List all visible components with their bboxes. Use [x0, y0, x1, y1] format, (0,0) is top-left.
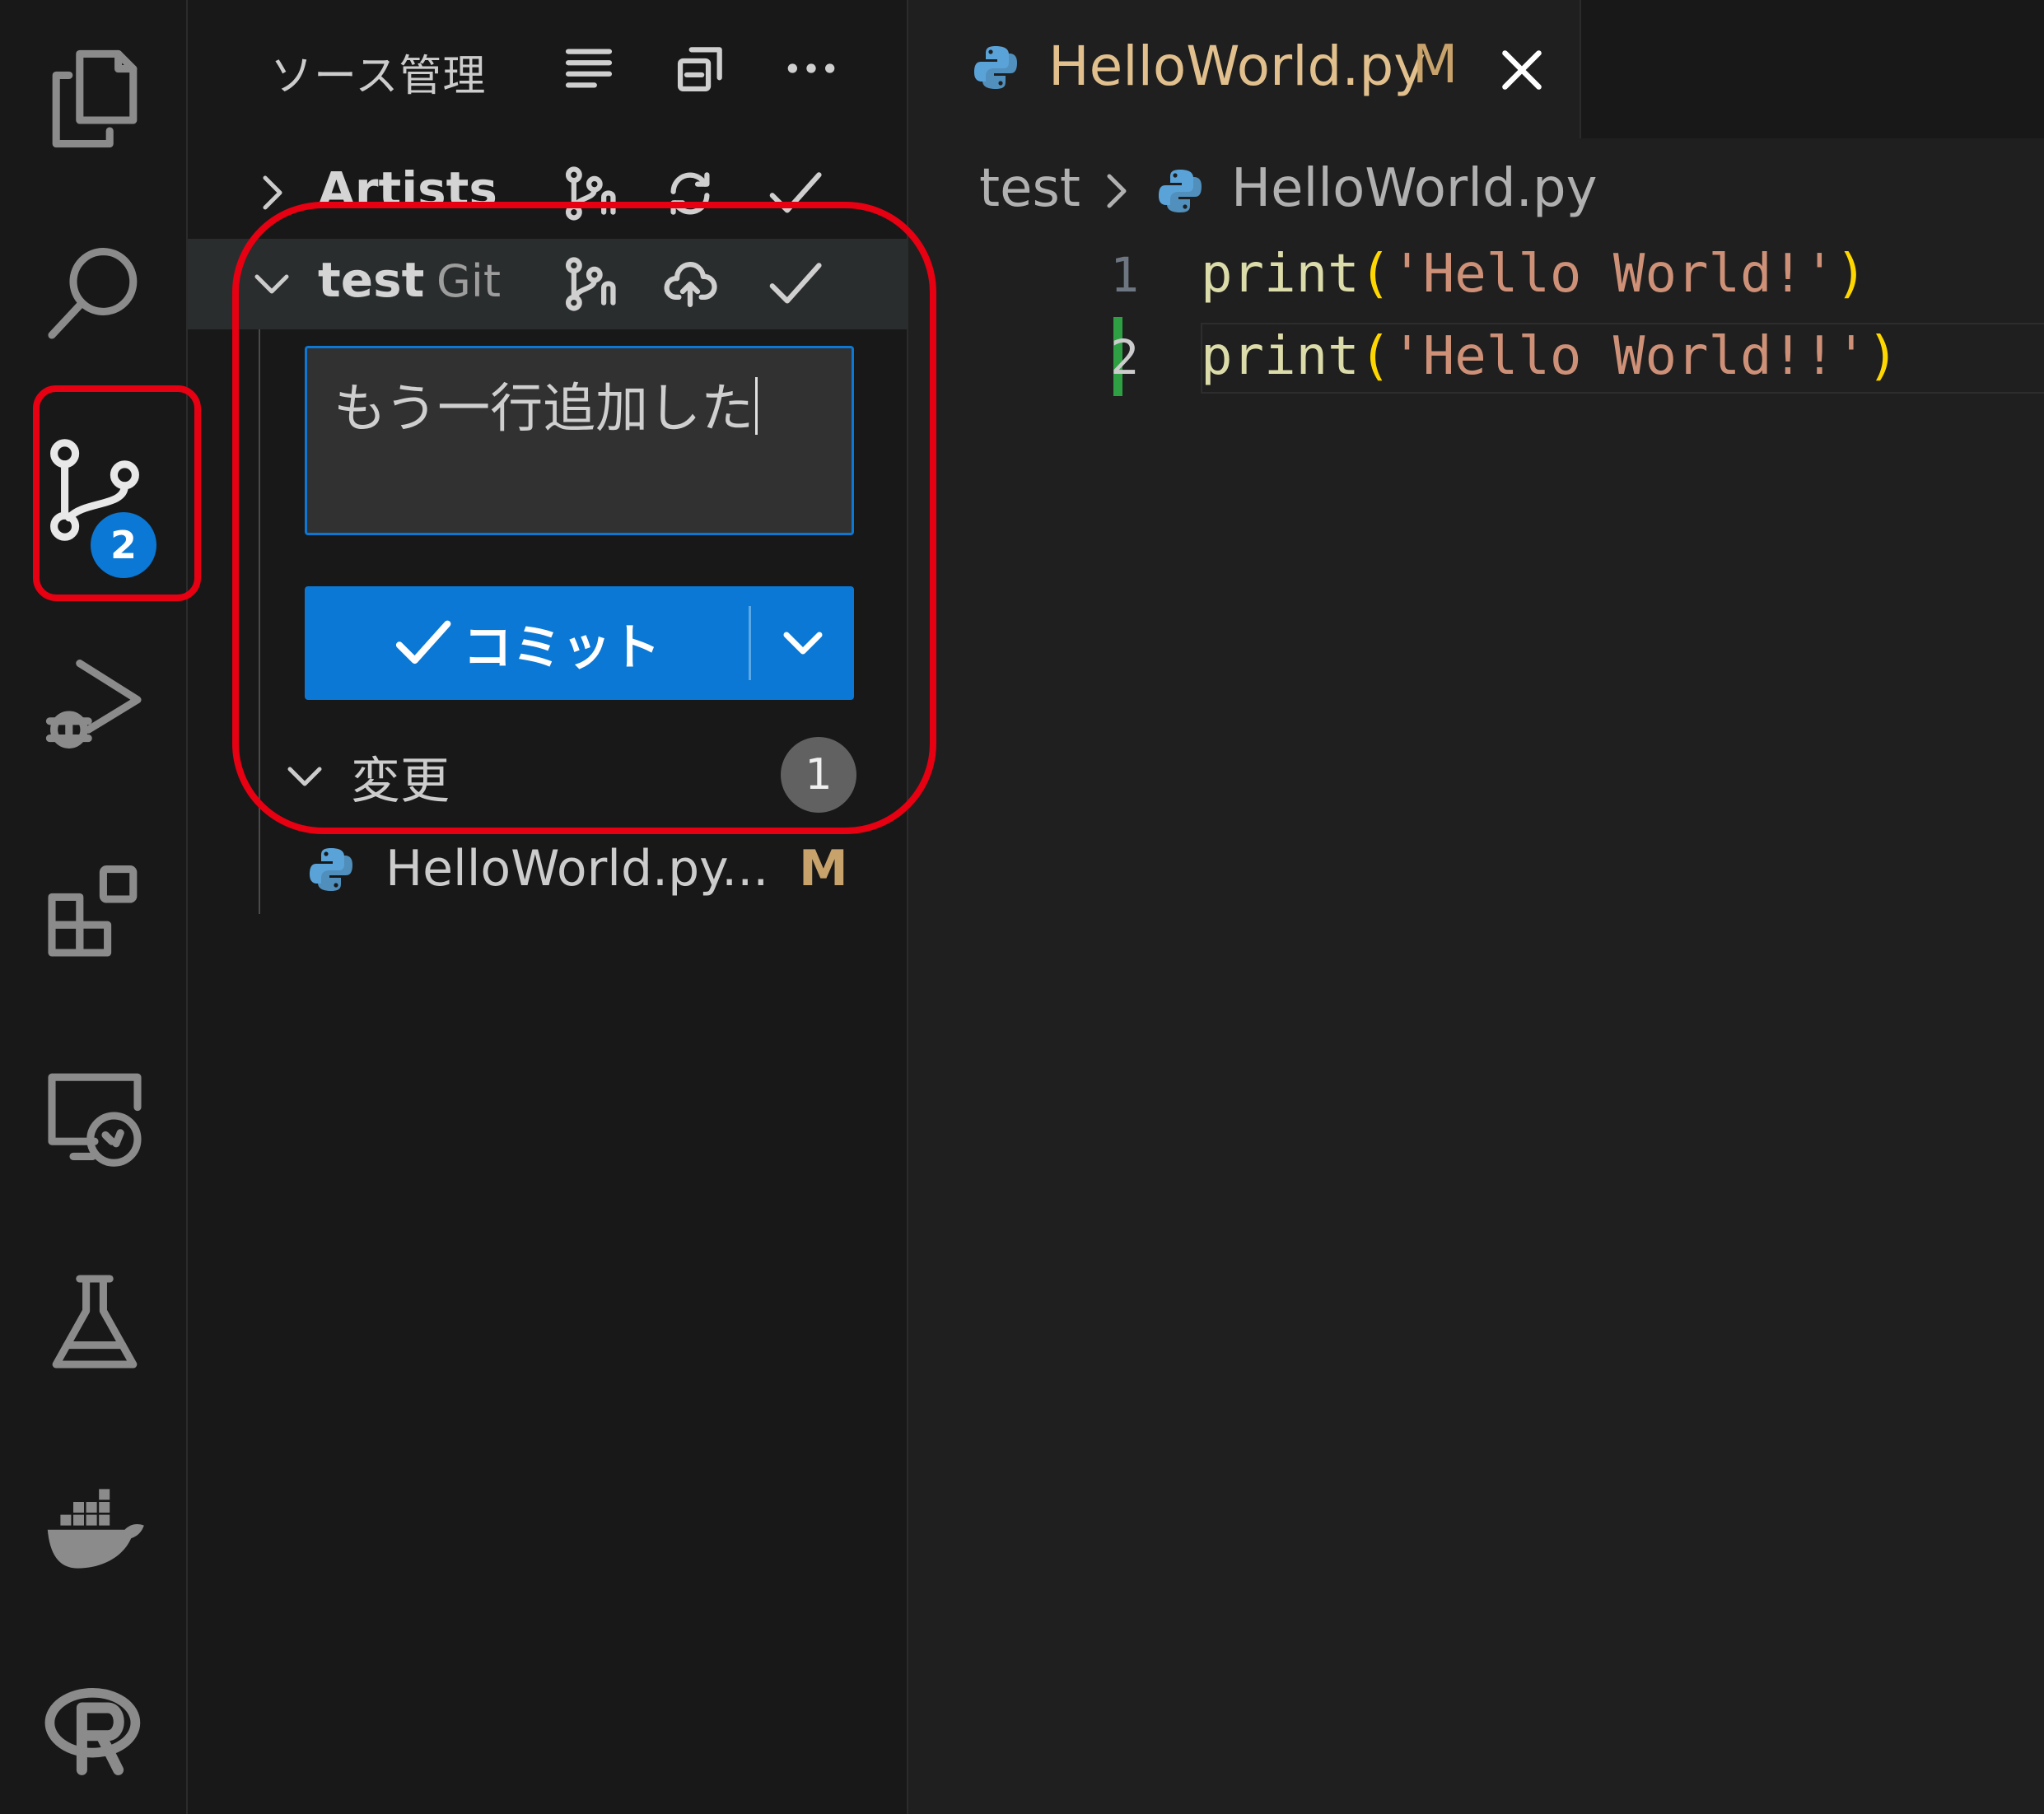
debug-icon	[45, 660, 142, 748]
line-number: 1	[1110, 247, 1139, 303]
r-icon	[44, 1687, 141, 1775]
collapse-all-icon	[677, 47, 722, 92]
more-icon	[787, 63, 835, 73]
breadcrumb-folder[interactable]: test	[979, 158, 1080, 219]
editor-area: HelloWorld.py M test HelloWorld.py 1 pri…	[908, 0, 2044, 1814]
activity-bar: 2	[0, 0, 188, 1814]
python-file-icon	[1155, 166, 1205, 216]
remote-explorer-button[interactable]	[25, 1046, 165, 1186]
code-line[interactable]: print('Hello World!!')	[1201, 326, 1899, 387]
tab-modified-indicator: M	[1412, 35, 1458, 96]
flask-icon	[52, 1275, 138, 1369]
close-icon	[1502, 50, 1542, 90]
line-number: 2	[1110, 329, 1139, 385]
extensions-button[interactable]	[25, 840, 165, 980]
r-button[interactable]	[25, 1659, 165, 1799]
view-as-list-button[interactable]	[552, 31, 626, 105]
search-icon	[48, 248, 138, 339]
tab-label: HelloWorld.py	[1048, 35, 1426, 98]
code-line[interactable]: print('Hello World!')	[1201, 244, 1867, 305]
highlight-box-commit-area	[232, 202, 936, 834]
tab-close-button[interactable]	[1485, 33, 1559, 107]
more-actions-button[interactable]	[774, 31, 848, 105]
breadcrumb-file[interactable]: HelloWorld.py	[1231, 158, 1597, 219]
docker-button[interactable]	[25, 1453, 165, 1593]
list-icon	[565, 49, 613, 88]
editor-tab-helloworld[interactable]: HelloWorld.py M	[908, 0, 1581, 138]
files-icon	[52, 49, 138, 148]
extensions-icon	[48, 865, 138, 957]
python-file-icon	[306, 845, 356, 894]
highlight-box-source-control	[33, 385, 201, 601]
search-button[interactable]	[25, 222, 165, 362]
collapse-all-button[interactable]	[664, 31, 738, 105]
sidebar-title: ソース管理	[270, 52, 487, 101]
file-status-modified: M	[799, 840, 848, 898]
docker-icon	[47, 1489, 144, 1569]
python-file-icon	[971, 43, 1020, 92]
breadcrumb-chevron-icon	[1091, 166, 1141, 216]
remote-explorer-icon	[48, 1073, 142, 1167]
changed-file-name[interactable]: HelloWorld.py...	[385, 840, 768, 898]
explorer-button[interactable]	[25, 29, 165, 169]
testing-button[interactable]	[25, 1252, 165, 1392]
run-debug-button[interactable]	[25, 634, 165, 774]
